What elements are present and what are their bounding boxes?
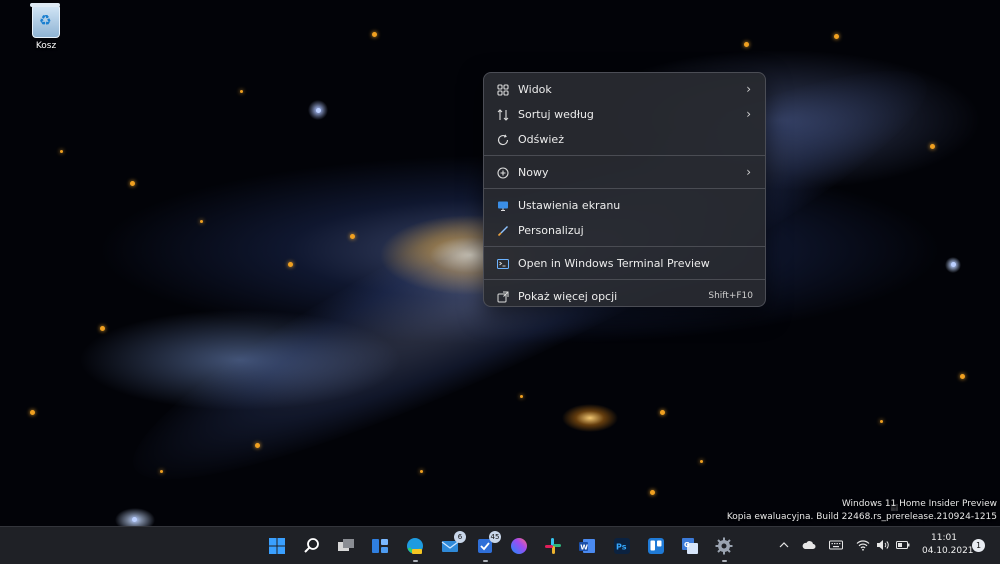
chevron-right-icon: › xyxy=(746,82,751,96)
sort-icon xyxy=(496,108,510,122)
menu-item-open-terminal[interactable]: Open in Windows Terminal Preview xyxy=(484,251,765,276)
settings-gear-icon[interactable] xyxy=(714,536,734,562)
unread-badge: 6 xyxy=(454,531,466,543)
edge-canary-icon[interactable] xyxy=(405,536,425,562)
build-watermark: Windows 11 Home Insider Preview Kopia ew… xyxy=(727,498,997,524)
slack-icon[interactable] xyxy=(543,536,563,556)
star xyxy=(700,460,703,463)
chevron-right-icon: › xyxy=(746,107,751,121)
menu-item-refresh[interactable]: Odśwież xyxy=(484,127,765,152)
unread-badge: 45 xyxy=(489,531,501,543)
menu-separator xyxy=(484,279,765,280)
messenger-icon[interactable] xyxy=(509,536,529,556)
task-view-icon[interactable] xyxy=(336,536,356,556)
menu-separator xyxy=(484,188,765,189)
menu-item-label: Sortuj według xyxy=(518,108,594,121)
notification-count-badge[interactable]: 1 xyxy=(972,539,985,552)
context-menu: Widok › Sortuj według › Odśwież Nowy › U… xyxy=(483,72,766,307)
chevron-up-icon[interactable] xyxy=(777,538,791,552)
star xyxy=(520,395,523,398)
running-indicator xyxy=(413,560,418,562)
translator-icon[interactable]: G xyxy=(680,536,700,556)
desktop-wallpaper[interactable]: ♻ Kosz Widok › Sortuj według › Odśwież N… xyxy=(0,0,1000,536)
svg-text:G: G xyxy=(684,541,690,549)
menu-item-show-more-options[interactable]: Pokaż więcej opcji Shift+F10 xyxy=(484,284,765,309)
star xyxy=(60,150,63,153)
star xyxy=(255,443,260,448)
widgets-icon[interactable] xyxy=(370,536,390,556)
desktop-icon-recycle-bin[interactable]: ♻ Kosz xyxy=(24,3,68,51)
star xyxy=(240,90,243,93)
menu-item-sort-by[interactable]: Sortuj według › xyxy=(484,102,765,127)
star xyxy=(880,420,883,423)
more-options-icon xyxy=(496,290,510,304)
menu-separator xyxy=(484,246,765,247)
star xyxy=(130,181,135,186)
star xyxy=(650,490,655,495)
running-indicator xyxy=(483,560,488,562)
recycle-bin-icon: ♻ xyxy=(30,3,60,38)
star xyxy=(100,326,105,331)
mail-icon[interactable]: 6 xyxy=(440,531,466,556)
display-settings-icon xyxy=(496,199,510,213)
refresh-icon xyxy=(496,133,510,147)
brush-icon xyxy=(496,224,510,238)
menu-item-label: Open in Windows Terminal Preview xyxy=(518,257,710,270)
taskbar: 6 45 W Ps G 11:01 04.10.2021 1 xyxy=(0,526,1000,564)
star xyxy=(350,234,355,239)
menu-item-view[interactable]: Widok › xyxy=(484,77,765,102)
shortcut-hint: Shift+F10 xyxy=(708,291,753,301)
star xyxy=(160,470,163,473)
menu-item-label: Widok xyxy=(518,83,552,96)
star xyxy=(660,410,665,415)
taskbar-clock[interactable]: 11:01 04.10.2021 xyxy=(922,532,974,558)
trello-icon[interactable] xyxy=(646,536,666,556)
star xyxy=(960,374,965,379)
star xyxy=(744,42,749,47)
photoshop-icon[interactable]: Ps xyxy=(612,536,632,556)
terminal-icon xyxy=(496,257,510,271)
star xyxy=(288,262,293,267)
menu-separator xyxy=(484,155,765,156)
star xyxy=(420,470,423,473)
word-icon[interactable]: W xyxy=(577,536,597,556)
clock-date: 04.10.2021 xyxy=(922,546,974,556)
star xyxy=(132,517,137,522)
chevron-right-icon: › xyxy=(746,165,751,179)
menu-item-personalize[interactable]: Personalizuj xyxy=(484,218,765,243)
battery-icon[interactable] xyxy=(896,538,910,552)
menu-item-label: Ustawienia ekranu xyxy=(518,199,621,212)
svg-text:Ps: Ps xyxy=(616,543,627,552)
windows-start-icon[interactable] xyxy=(267,536,287,556)
watermark-edition: Windows 11 Home Insider Preview xyxy=(841,499,997,509)
wifi-icon[interactable] xyxy=(856,538,870,552)
svg-text:W: W xyxy=(580,544,588,552)
running-indicator xyxy=(722,560,727,562)
menu-item-label: Odśwież xyxy=(518,133,564,146)
menu-item-label: Personalizuj xyxy=(518,224,584,237)
onedrive-cloud-icon[interactable] xyxy=(802,538,816,552)
star xyxy=(200,220,203,223)
menu-item-new[interactable]: Nowy › xyxy=(484,160,765,185)
watermark-build: Kopia ewaluacyjna. Build 22468.rs_prerel… xyxy=(726,512,997,522)
star xyxy=(372,32,377,37)
menu-item-label: Pokaż więcej opcji xyxy=(518,290,618,303)
clock-time: 11:01 xyxy=(931,533,957,543)
search-icon[interactable] xyxy=(302,536,322,556)
keyboard-icon[interactable] xyxy=(829,538,843,552)
star xyxy=(834,34,839,39)
view-grid-icon xyxy=(496,83,510,97)
menu-item-display-settings[interactable]: Ustawienia ekranu xyxy=(484,193,765,218)
star xyxy=(930,144,935,149)
volume-icon[interactable] xyxy=(876,538,890,552)
star xyxy=(316,108,321,113)
desktop-icon-label: Kosz xyxy=(35,41,57,51)
new-plus-icon xyxy=(496,166,510,180)
star xyxy=(30,410,35,415)
star xyxy=(951,262,956,267)
todo-icon[interactable]: 45 xyxy=(475,531,501,562)
menu-item-label: Nowy xyxy=(518,166,549,179)
